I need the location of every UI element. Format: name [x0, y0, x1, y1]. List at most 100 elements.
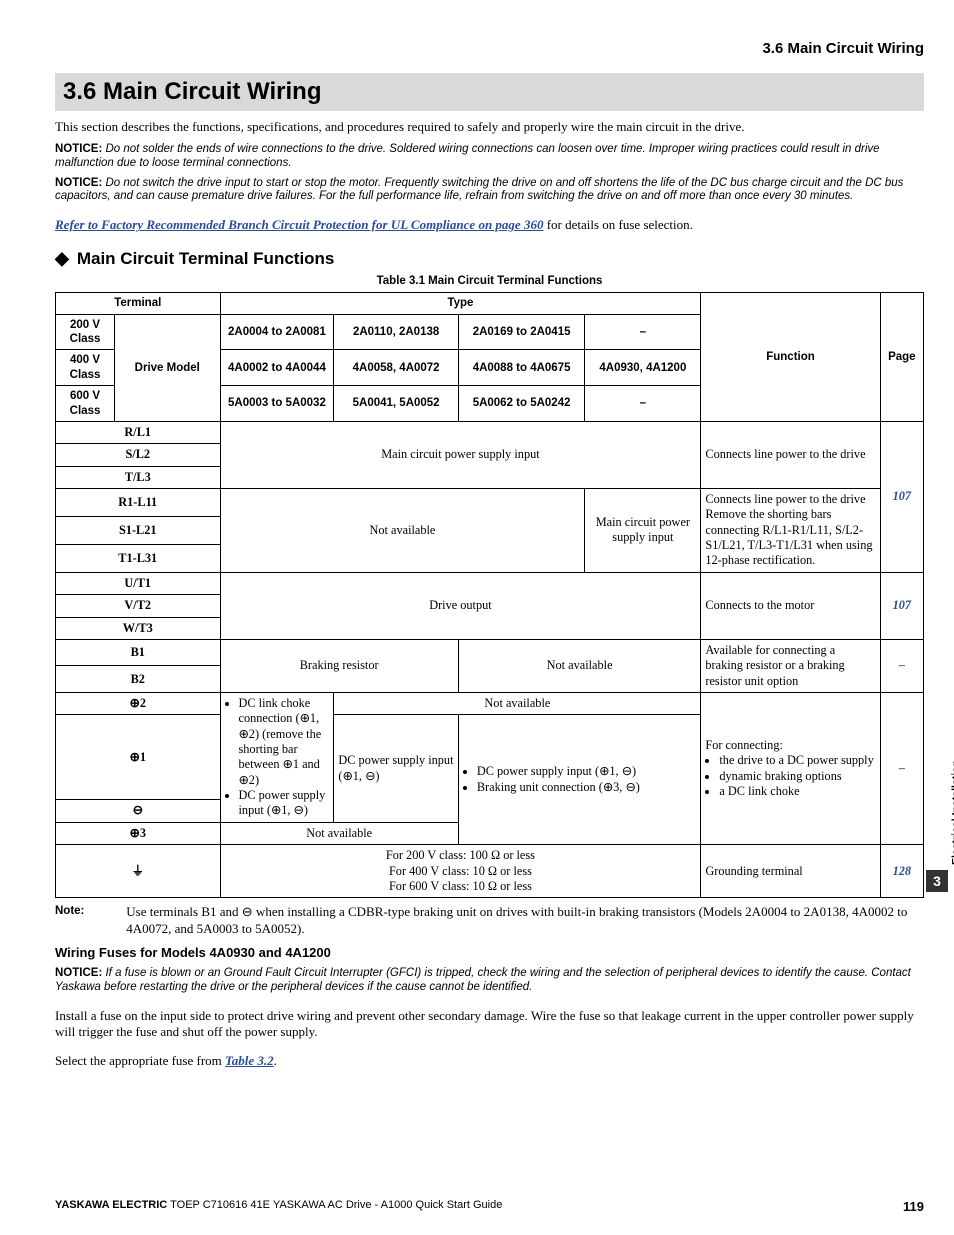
th-200v: 200 V Class [56, 314, 115, 350]
term-b2: B2 [56, 666, 221, 693]
p2b: . [274, 1053, 277, 1068]
notice-label: NOTICE: [55, 177, 102, 189]
th-function: Function [701, 293, 880, 422]
table-note: Note: Use terminals B1 and ⊖ when instal… [55, 904, 924, 937]
page-footer: YASKAWA ELECTRIC TOEP C710616 41E YASKAW… [55, 1199, 924, 1215]
th-600v: 600 V Class [56, 386, 115, 422]
notice-label: NOTICE: [55, 143, 102, 155]
cell: – [585, 314, 701, 350]
side-tab-label: Electrical Installation [950, 760, 954, 865]
cell: 5A0003 to 5A0032 [220, 386, 334, 422]
footer-doc: TOEP C710616 41E YASKAWA AC Drive - A100… [167, 1199, 502, 1211]
term-tl3: T/L3 [56, 466, 221, 488]
cell-func-braking: Available for connecting a braking resis… [701, 639, 880, 692]
term-b1: B1 [56, 639, 221, 666]
cell: 4A0002 to 4A0044 [220, 350, 334, 386]
xref-branch-circuit[interactable]: Refer to Factory Recommended Branch Circ… [55, 217, 543, 232]
cell: 2A0110, 2A0138 [334, 314, 458, 350]
chapter-badge: 3 [926, 870, 948, 892]
li: the drive to a DC power supply [719, 753, 875, 768]
notice-2: NOTICE: Do not switch the drive input to… [55, 177, 924, 205]
cell-func-out: Connects to the motor [701, 572, 880, 639]
cell-braking: Braking resistor [220, 639, 458, 692]
th-page: Page [880, 293, 923, 422]
page-cell: – [880, 639, 923, 692]
xref-table32[interactable]: Table 3.2 [225, 1053, 274, 1068]
notice-label: NOTICE: [55, 967, 102, 979]
page-header-right: 3.6 Main Circuit Wiring [55, 40, 924, 59]
dc-func-intro: For connecting: [705, 738, 783, 752]
sub-heading-text: Main Circuit Terminal Functions [77, 248, 335, 269]
cell-na: Not available [220, 489, 585, 573]
cell-na: Not available [458, 639, 701, 692]
th-drive-model: Drive Model [115, 314, 220, 421]
cell-dc-col1: DC link choke connection (⊕1, ⊕2) (remov… [220, 692, 334, 822]
term-plus2: ⊕2 [56, 692, 221, 714]
term-rl1: R/L1 [56, 421, 221, 443]
term-plus1: ⊕1 [56, 715, 221, 800]
wiring-fuses-notice: NOTICE: If a fuse is blown or an Ground … [55, 967, 924, 995]
cell: 5A0062 to 5A0242 [458, 386, 585, 422]
page-number: 119 [903, 1199, 924, 1215]
wiring-fuses-p1: Install a fuse on the input side to prot… [55, 1008, 924, 1041]
fuse-ref-tail: for details on fuse selection. [543, 217, 692, 232]
th-terminal: Terminal [56, 293, 221, 314]
cell: 5A0041, 5A0052 [334, 386, 458, 422]
page-link[interactable]: 107 [880, 572, 923, 639]
li: DC power supply input (⊕1, ⊖) [239, 788, 330, 819]
cell: – [585, 386, 701, 422]
term-sl2: S/L2 [56, 444, 221, 466]
section-title: 3.6 Main Circuit Wiring [55, 73, 924, 111]
table-caption: Table 3.1 Main Circuit Terminal Function… [55, 274, 924, 288]
notice-text: Do not solder the ends of wire connectio… [55, 143, 880, 169]
cell-na: Not available [334, 692, 701, 714]
term-ut1: U/T1 [56, 572, 221, 594]
cell-ground-desc: For 200 V class: 100 Ω or less For 400 V… [220, 845, 701, 898]
term-plus3: ⊕3 [56, 822, 221, 844]
cell: 4A0058, 4A0072 [334, 350, 458, 386]
diamond-icon: ◆ [55, 247, 69, 270]
li: dynamic braking options [719, 769, 875, 784]
wiring-fuses-p2: Select the appropriate fuse from Table 3… [55, 1053, 924, 1069]
page-cell: – [880, 692, 923, 844]
term-t1l31: T1-L31 [56, 544, 221, 572]
footer-brand: YASKAWA ELECTRIC [55, 1199, 167, 1211]
notice-text: Do not switch the drive input to start o… [55, 177, 903, 203]
notice-1: NOTICE: Do not solder the ends of wire c… [55, 143, 924, 171]
term-ground: ⏚ [56, 845, 221, 898]
cell-power-in: Main circuit power supply input [220, 421, 701, 488]
term-minus: ⊖ [56, 800, 221, 822]
cell-dc-col3: DC power supply input (⊕1, ⊖) Braking un… [458, 715, 701, 845]
note-text: Use terminals B1 and ⊖ when installing a… [126, 904, 915, 937]
cell-drive-out: Drive output [220, 572, 701, 639]
cell: 2A0004 to 2A0081 [220, 314, 334, 350]
th-type: Type [220, 293, 701, 314]
th-400v: 400 V Class [56, 350, 115, 386]
intro-paragraph: This section describes the functions, sp… [55, 119, 924, 135]
term-wt3: W/T3 [56, 617, 221, 639]
cell-func-dc: For connecting: the drive to a DC power … [701, 692, 880, 844]
cell-func-power-in: Connects line power to the drive [701, 421, 880, 488]
note-label: Note: [55, 904, 123, 918]
li: a DC link choke [719, 784, 875, 799]
cell: 2A0169 to 2A0415 [458, 314, 585, 350]
cell: 4A0930, 4A1200 [585, 350, 701, 386]
page-link[interactable]: 128 [880, 845, 923, 898]
cell: 4A0088 to 4A0675 [458, 350, 585, 386]
cell-func-power-in2: Connects line power to the drive Remove … [701, 489, 880, 573]
term-s1l21: S1-L21 [56, 516, 221, 544]
terminal-functions-table: Terminal Type Function Page 200 V Class … [55, 292, 924, 898]
li: DC link choke connection (⊕1, ⊕2) (remov… [239, 696, 330, 788]
page-link[interactable]: 107 [880, 421, 923, 572]
cell-power-in2: Main circuit power supply input [585, 489, 701, 573]
wiring-fuses-heading: Wiring Fuses for Models 4A0930 and 4A120… [55, 945, 924, 961]
term-vt2: V/T2 [56, 595, 221, 617]
cell-dc-col2: DC power supply input (⊕1, ⊖) [334, 715, 458, 823]
cell-func-ground: Grounding terminal [701, 845, 880, 898]
li: Braking unit connection (⊕3, ⊖) [477, 780, 697, 795]
cell-na: Not available [220, 822, 458, 844]
sub-heading: ◆ Main Circuit Terminal Functions [55, 247, 924, 270]
fuse-ref-paragraph: Refer to Factory Recommended Branch Circ… [55, 217, 924, 233]
li: DC power supply input (⊕1, ⊖) [477, 764, 697, 779]
p2a: Select the appropriate fuse from [55, 1053, 225, 1068]
